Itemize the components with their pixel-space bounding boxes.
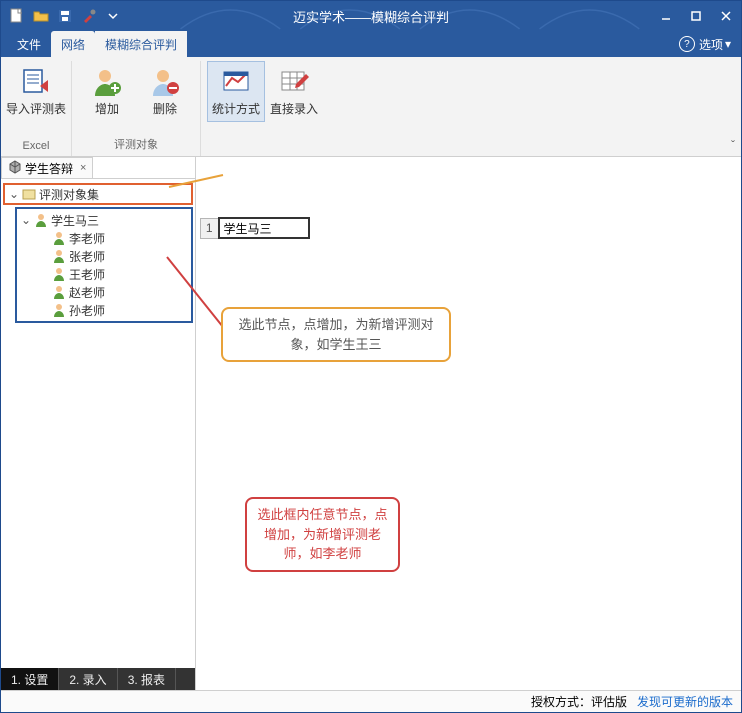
user-icon: [51, 302, 67, 318]
ribbon-group-excel: 导入评测表 Excel: [1, 61, 72, 156]
tree-teacher-node[interactable]: 李老师: [37, 229, 189, 247]
help-icon[interactable]: ?: [679, 36, 695, 52]
qat-tools-button[interactable]: [79, 6, 99, 26]
qat-open-button[interactable]: [31, 6, 51, 26]
add-user-icon: [91, 66, 123, 98]
tree-teacher-node[interactable]: 孙老师: [37, 301, 189, 319]
qat-dropdown-button[interactable]: [103, 6, 123, 26]
folder-icon: [21, 186, 37, 202]
panel-tabbar: 学生答辩 ×: [1, 157, 195, 179]
delete-user-icon: [149, 66, 181, 98]
tree-student-highlight: ⌄ 学生马三 李老师 张老师 王老师 赵老师 孙老师: [15, 207, 193, 323]
minimize-button[interactable]: [651, 1, 681, 31]
panel-tab[interactable]: 学生答辩 ×: [1, 157, 93, 178]
right-panel: 1 学生马三: [196, 157, 741, 690]
auth-mode-label: 授权方式：评估版: [531, 693, 627, 710]
tree-teacher-node[interactable]: 王老师: [37, 265, 189, 283]
user-icon: [33, 212, 49, 228]
menu-network[interactable]: 网络: [51, 31, 95, 57]
tree-root-highlight: ⌄ 评测对象集: [3, 183, 193, 205]
menu-fuzzy[interactable]: 模糊综合评判: [95, 31, 187, 57]
window-controls: [651, 1, 741, 31]
tree-teachers: 李老师 张老师 王老师 赵老师 孙老师: [19, 229, 189, 319]
chevron-down-icon: ▾: [725, 37, 731, 51]
import-icon: [20, 66, 52, 98]
callout-orange: 选此节点，点增加，为新增评测对象，如学生王三: [221, 307, 451, 362]
update-link[interactable]: 发现可更新的版本: [637, 693, 733, 710]
delete-button[interactable]: 删除: [136, 61, 194, 122]
window-title: 迈实学术——模糊综合评判: [293, 7, 449, 26]
menu-file[interactable]: 文件: [7, 31, 51, 57]
edit-table-icon: [278, 66, 310, 98]
chart-icon: [220, 66, 252, 98]
import-button[interactable]: 导入评测表: [7, 61, 65, 122]
btab-settings[interactable]: 1. 设置: [1, 668, 59, 690]
maximize-button[interactable]: [681, 1, 711, 31]
ribbon-group-target-label: 评测对象: [114, 134, 158, 156]
data-grid[interactable]: 1 学生马三: [200, 217, 310, 239]
app-window: 迈实学术——模糊综合评判 文件 网络 模糊综合评判 ? 选项▾ 导入评测表 Ex…: [0, 0, 742, 713]
panel-tab-label: 学生答辩: [25, 160, 73, 177]
user-icon: [51, 266, 67, 282]
grid-cell[interactable]: 学生马三: [219, 218, 309, 238]
ribbon-group-target: 增加 删除 评测对象: [72, 61, 201, 156]
tree-teacher-node[interactable]: 张老师: [37, 247, 189, 265]
ribbon-group-misc: 统计方式 直接录入: [201, 61, 329, 156]
ribbon-group-excel-label: Excel: [23, 138, 50, 156]
statusbar: 授权方式：评估版 发现可更新的版本: [1, 690, 741, 712]
tree-view: ⌄ 评测对象集 ⌄ 学生马三 李老师 张老师 王老师 赵: [1, 179, 195, 668]
user-icon: [51, 230, 67, 246]
qat-new-button[interactable]: [7, 6, 27, 26]
close-button[interactable]: [711, 1, 741, 31]
user-icon: [51, 284, 67, 300]
tab-close-button[interactable]: ×: [80, 162, 86, 174]
tree-teacher-node[interactable]: 赵老师: [37, 283, 189, 301]
left-panel: 学生答辩 × ⌄ 评测对象集 ⌄ 学生马三: [1, 157, 196, 690]
tree-toggle-student[interactable]: ⌄: [19, 213, 33, 227]
qat-save-button[interactable]: [55, 6, 75, 26]
callout-red: 选此框内任意节点，点增加，为新增评测老师，如李老师: [245, 497, 400, 572]
bottom-tabs: 1. 设置 2. 录入 3. 报表: [1, 668, 195, 690]
ribbon: 导入评测表 Excel 增加 删除 评测对象: [1, 57, 741, 157]
add-button[interactable]: 增加: [78, 61, 136, 122]
stat-method-button[interactable]: 统计方式: [207, 61, 265, 122]
user-icon: [51, 248, 67, 264]
ribbon-collapse-button[interactable]: ˇ: [731, 138, 735, 152]
row-header: 1: [201, 218, 219, 238]
options-button[interactable]: 选项▾: [699, 36, 731, 53]
quick-access-toolbar: [1, 6, 123, 26]
tree-toggle-root[interactable]: ⌄: [7, 187, 21, 201]
btab-report[interactable]: 3. 报表: [118, 668, 176, 690]
tree-student-node[interactable]: ⌄ 学生马三: [19, 211, 189, 229]
table-row[interactable]: 1 学生马三: [201, 218, 309, 238]
titlebar: 迈实学术——模糊综合评判: [1, 1, 741, 31]
cube-icon: [8, 160, 22, 177]
menubar: 文件 网络 模糊综合评判 ? 选项▾: [1, 31, 741, 57]
tree-root-node[interactable]: ⌄ 评测对象集: [7, 185, 189, 203]
body-area: 选此节点，点增加，为新增评测对象，如学生王三 选此框内任意节点，点增加，为新增评…: [1, 157, 741, 690]
direct-entry-button[interactable]: 直接录入: [265, 61, 323, 122]
btab-entry[interactable]: 2. 录入: [59, 668, 117, 690]
